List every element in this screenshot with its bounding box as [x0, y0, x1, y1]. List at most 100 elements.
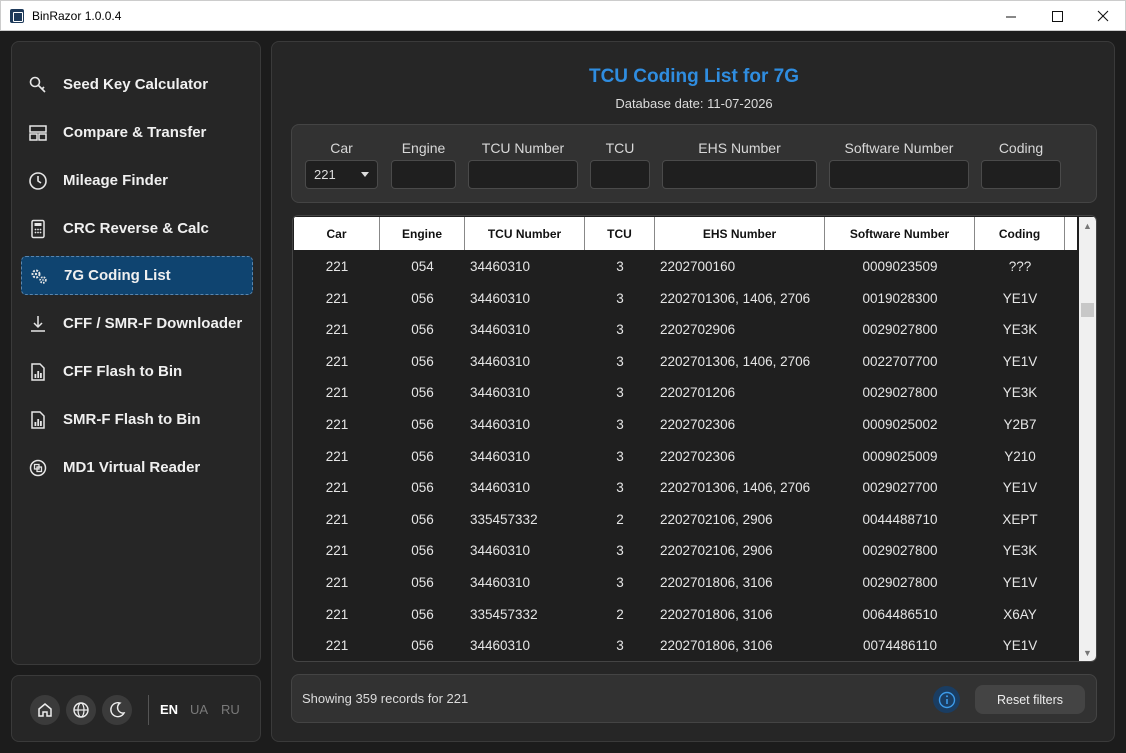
column-header-car[interactable]: Car: [294, 217, 380, 250]
table-row[interactable]: 221 056 34460310 3 2202701306, 1406, 2706 001…: [294, 283, 1077, 314]
car-select[interactable]: 221: [305, 160, 378, 189]
table-cell: 3: [616, 322, 624, 338]
software-number-input[interactable]: [829, 160, 969, 189]
minimize-icon: [1005, 16, 1016, 17]
scroll-thumb[interactable]: [1081, 303, 1094, 317]
table-cell: 056: [411, 511, 434, 527]
scroll-down-icon[interactable]: ▼: [1079, 644, 1096, 661]
table-cell: 3: [616, 259, 624, 274]
table-cell: YE1V: [1002, 290, 1038, 306]
nav-cff-flash-to-bin[interactable]: CFF Flash to Bin: [21, 352, 253, 391]
table-cell: Y210: [1004, 448, 1036, 464]
filter-label-car: Car: [330, 140, 353, 156]
table-cell: 056: [411, 638, 434, 654]
table-cell: 3: [616, 575, 624, 590]
nav-smrf-flash-to-bin[interactable]: SMR-F Flash to Bin: [21, 400, 253, 439]
table-row[interactable]: 221 056 34460310 3 2202701306, 1406, 2706 002…: [294, 346, 1077, 377]
nav-label: Mileage Finder: [63, 172, 169, 189]
table-row[interactable]: 221 056 335457332 2 2202701806, 3106 00644865…: [294, 599, 1077, 630]
table-cell: YE1V: [1002, 480, 1038, 496]
nav-label: Seed Key Calculator: [63, 76, 209, 93]
language-en[interactable]: EN: [160, 702, 178, 717]
table-row[interactable]: 221 056 335457332 2 2202702106, 2906 00444887…: [294, 504, 1077, 535]
table-cell: 3: [616, 480, 624, 496]
scroll-up-icon[interactable]: ▲: [1079, 217, 1096, 234]
nav-md1-virtual-reader[interactable]: MD1 Virtual Reader: [21, 448, 253, 487]
nav-seed-key-calculator[interactable]: Seed Key Calculator: [21, 65, 253, 104]
column-header-coding[interactable]: Coding: [975, 217, 1065, 250]
nav-compare-transfer[interactable]: Compare & Transfer: [21, 113, 253, 152]
table-row[interactable]: 221 056 34460310 3 2202702306 0009025009 Y210: [294, 441, 1077, 472]
nav-cff-smrf-downloader[interactable]: CFF / SMR-F Downloader: [21, 304, 253, 343]
table-cell: 221: [325, 480, 349, 496]
table-cell: 2202701306, 1406, 2706: [660, 353, 811, 369]
tcu-input[interactable]: [590, 160, 650, 189]
coding-input[interactable]: [981, 160, 1061, 189]
table-row[interactable]: 221 054 34460310 3 2202700160 0009023509???: [294, 251, 1077, 282]
table-cell: XEPT: [1002, 511, 1038, 527]
nav-label: CFF / SMR-F Downloader: [63, 315, 243, 332]
info-button[interactable]: [933, 686, 960, 713]
nav-label: 7G Coding List: [64, 267, 171, 284]
filter-bar: Car Engine TCU Number TCU EHS Number Sof…: [291, 124, 1097, 203]
table-cell: 056: [411, 290, 434, 306]
nav-crc-reverse-calc[interactable]: CRC Reverse & Calc: [21, 209, 253, 248]
minimize-button[interactable]: [988, 1, 1034, 31]
table-cell: 0009023509: [862, 259, 938, 274]
table-cell: 0074486110: [862, 638, 938, 654]
table-row[interactable]: 221 056 34460310 3 2202701206 0029027800 YE3K: [294, 377, 1077, 408]
column-header-engine[interactable]: Engine: [380, 217, 465, 250]
language-ru[interactable]: RU: [221, 702, 240, 717]
table-row[interactable]: 221 056 34460310 3 2202702106, 2906 002902780…: [294, 535, 1077, 566]
table-cell: 0029027800: [862, 385, 938, 401]
language-ua[interactable]: UA: [190, 702, 208, 717]
table-cell: 221: [325, 259, 349, 274]
table-cell: 34460310: [470, 385, 531, 401]
filter-label-engine: Engine: [401, 140, 446, 156]
table-cell: 34460310: [470, 575, 531, 590]
vertical-scrollbar[interactable]: ▲ ▼: [1079, 217, 1096, 661]
filter-label-ehs-number: EHS Number: [698, 140, 781, 156]
table-cell: 34460310: [470, 638, 531, 654]
chevron-down-icon: [361, 172, 369, 177]
column-header-ehs-number[interactable]: EHS Number: [655, 217, 825, 250]
table-cell: 2: [616, 606, 624, 622]
table-row[interactable]: 221 056 34460310 3 2202701806, 3106 002902780…: [294, 567, 1077, 598]
column-header-software-number[interactable]: Software Number: [825, 217, 975, 250]
close-button[interactable]: [1080, 1, 1126, 31]
column-header-tcu-number[interactable]: TCU Number: [465, 217, 585, 250]
table-cell: 0029027800: [862, 322, 938, 338]
table-row[interactable]: 221 056 34460310 3 2202702906 0029027800 YE3K: [294, 314, 1077, 345]
maximize-button[interactable]: [1034, 1, 1080, 31]
theme-toggle-button[interactable]: [102, 695, 132, 725]
table-row[interactable]: 221 056 34460310 3 2202701306, 1406, 2706 002…: [294, 472, 1077, 503]
engine-input[interactable]: [391, 160, 456, 189]
divider: [148, 695, 149, 725]
title-bar: BinRazor 1.0.0.4: [0, 0, 1126, 31]
website-button[interactable]: [66, 695, 96, 725]
nav-7g-coding-list[interactable]: 7G Coding List: [21, 256, 253, 295]
table-cell: 0009025009: [862, 448, 938, 464]
table-cell: 34460310: [470, 259, 531, 274]
ehs-number-input[interactable]: [662, 160, 817, 189]
nav-label: MD1 Virtual Reader: [63, 459, 201, 476]
column-header-tcu[interactable]: TCU: [585, 217, 655, 250]
globe-icon: [73, 702, 89, 718]
nav-mileage-finder[interactable]: Mileage Finder: [21, 161, 253, 200]
table-cell: YE3K: [1002, 322, 1038, 338]
app-logo-icon: [10, 8, 24, 23]
home-button[interactable]: [30, 695, 60, 725]
table-row[interactable]: 221 056 34460310 3 2202702306 0009025002 Y2B7: [294, 409, 1077, 440]
table-cell: 0022707700: [862, 353, 938, 369]
filter-label-software-number: Software Number: [844, 140, 954, 156]
file-chart-icon: [27, 409, 49, 431]
download-icon: [27, 313, 49, 335]
reset-filters-button[interactable]: Reset filters: [975, 685, 1085, 714]
nav-label: Compare & Transfer: [63, 124, 207, 141]
compare-icon: [27, 122, 49, 144]
tcu-number-input[interactable]: [468, 160, 578, 189]
table-cell: 0029027800: [862, 575, 938, 590]
table-row[interactable]: 221 056 34460310 3 2202701806, 3106 007448611…: [294, 630, 1077, 661]
table-cell: 34460310: [470, 322, 531, 338]
table-cell: 3: [616, 417, 624, 432]
